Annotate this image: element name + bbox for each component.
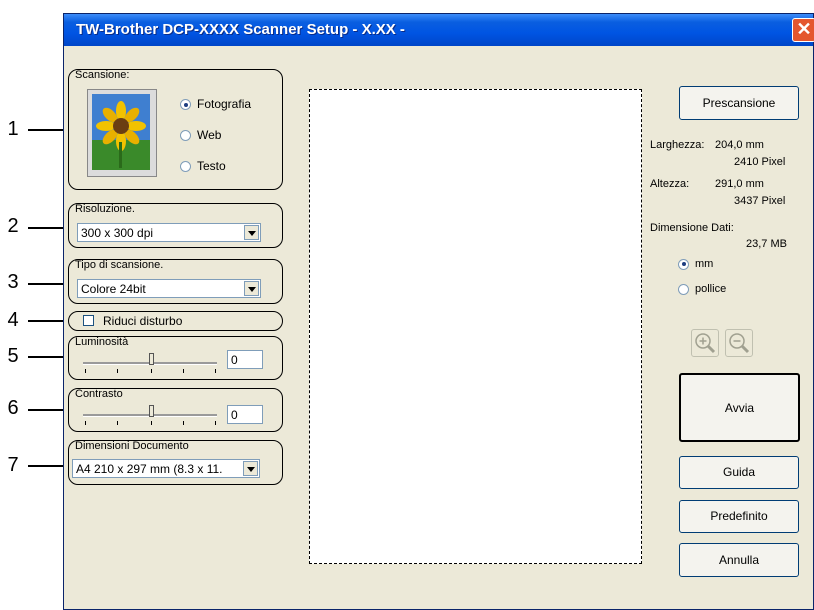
title-bar[interactable]: TW-Brother DCP-XXXX Scanner Setup - X.XX… xyxy=(64,14,814,46)
tick xyxy=(85,369,86,373)
brightness-slider-thumb[interactable] xyxy=(149,353,154,365)
brightness-label: Luminosità xyxy=(75,336,129,348)
inch-label: pollice xyxy=(695,283,727,295)
preview-area[interactable] xyxy=(309,89,642,564)
callout-6: 6 xyxy=(7,397,19,419)
contrast-slider-thumb[interactable] xyxy=(149,405,154,417)
callout-7: 7 xyxy=(7,454,19,476)
height-label: Altezza: xyxy=(650,178,690,190)
callout-line-2 xyxy=(28,227,66,229)
height-mm: 291,0 mm xyxy=(715,178,764,190)
callout-2: 2 xyxy=(7,215,19,237)
callout-line-4 xyxy=(28,320,66,322)
document-size-value: A4 210 x 297 mm (8.3 x 11. xyxy=(76,462,223,476)
sunflower-photo-icon xyxy=(87,89,157,177)
zoom-out-button[interactable] xyxy=(725,329,753,357)
resolution-label: Risoluzione. xyxy=(75,203,135,215)
window-title: TW-Brother DCP-XXXX Scanner Setup - X.XX… xyxy=(76,21,405,38)
noise-reduction-label[interactable]: Riduci disturbo xyxy=(103,314,182,328)
zoom-in-button[interactable] xyxy=(691,329,719,357)
document-size-group: Dimensioni Documento A4 210 x 297 mm (8.… xyxy=(68,440,283,485)
callout-line-6 xyxy=(28,409,66,411)
height-px: 3437 Pixel xyxy=(734,195,786,207)
noise-reduction-checkbox[interactable] xyxy=(83,315,94,326)
cancel-button[interactable]: Annulla xyxy=(679,543,799,577)
mm-label: mm xyxy=(695,258,714,270)
web-radio[interactable] xyxy=(180,130,191,142)
scan-option-web[interactable]: Web xyxy=(180,128,221,142)
chevron-down-icon[interactable] xyxy=(243,461,258,476)
callout-line-3 xyxy=(28,283,66,285)
tick xyxy=(117,369,118,373)
sunflower-image xyxy=(92,94,150,170)
callout-3: 3 xyxy=(7,271,19,293)
brightness-input[interactable]: 0 xyxy=(227,350,263,369)
text-label: Testo xyxy=(197,159,226,173)
callout-1: 1 xyxy=(7,118,19,140)
scan-type-select[interactable]: Colore 24bit xyxy=(77,279,261,298)
width-label: Larghezza: xyxy=(650,139,705,151)
contrast-group: Contrasto 0 xyxy=(68,388,283,432)
scan-option-photo[interactable]: Fotografia xyxy=(180,97,251,111)
chevron-down-icon[interactable] xyxy=(244,281,259,296)
scan-mode-group: Scansione: Fotografia Web Testo xyxy=(68,69,283,190)
brightness-group: Luminosità 0 xyxy=(68,336,283,380)
width-px: 2410 Pixel xyxy=(734,156,786,168)
photo-radio[interactable] xyxy=(180,99,191,111)
data-size-value: 23,7 MB xyxy=(746,238,787,250)
zoom-out-icon xyxy=(729,333,750,354)
zoom-in-icon xyxy=(695,333,716,354)
contrast-input[interactable]: 0 xyxy=(227,405,263,424)
callout-line-1 xyxy=(28,129,66,131)
tick xyxy=(117,421,118,425)
scanner-setup-window: TW-Brother DCP-XXXX Scanner Setup - X.XX… xyxy=(63,13,814,610)
contrast-label: Contrasto xyxy=(75,388,123,400)
callout-5: 5 xyxy=(7,345,19,367)
tick xyxy=(183,369,184,373)
default-button[interactable]: Predefinito xyxy=(679,500,799,533)
text-radio[interactable] xyxy=(180,161,191,173)
data-size-label: Dimensione Dati: xyxy=(650,222,734,234)
resolution-select[interactable]: 300 x 300 dpi xyxy=(77,223,261,242)
tick xyxy=(151,369,152,373)
tick xyxy=(183,421,184,425)
scan-mode-label: Scansione: xyxy=(75,69,130,81)
unit-mm[interactable]: mm xyxy=(678,258,713,270)
scan-type-label: Tipo di scansione. xyxy=(75,259,164,271)
tick xyxy=(215,369,216,373)
close-button[interactable]: ✕ xyxy=(792,18,814,42)
noise-reduction-group: Riduci disturbo xyxy=(68,311,283,331)
tick xyxy=(215,421,216,425)
resolution-group: Risoluzione. 300 x 300 dpi xyxy=(68,203,283,248)
document-size-label: Dimensioni Documento xyxy=(75,440,189,452)
close-icon: ✕ xyxy=(796,19,812,39)
help-button[interactable]: Guida xyxy=(679,456,799,489)
callout-line-5 xyxy=(28,356,66,358)
prescan-button[interactable]: Prescansione xyxy=(679,86,799,120)
tick xyxy=(151,421,152,425)
callout-line-7 xyxy=(28,465,66,467)
tick xyxy=(85,421,86,425)
web-label: Web xyxy=(197,128,222,142)
chevron-down-icon[interactable] xyxy=(244,225,259,240)
unit-inch[interactable]: pollice xyxy=(678,283,726,295)
inch-radio[interactable] xyxy=(678,283,689,295)
document-size-select[interactable]: A4 210 x 297 mm (8.3 x 11. xyxy=(72,459,260,478)
photo-label: Fotografia xyxy=(197,97,252,111)
scan-option-text[interactable]: Testo xyxy=(180,159,226,173)
scan-type-group: Tipo di scansione. Colore 24bit xyxy=(68,259,283,304)
start-button[interactable]: Avvia xyxy=(679,373,800,442)
scan-type-value: Colore 24bit xyxy=(81,282,146,296)
width-mm: 204,0 mm xyxy=(715,139,764,151)
resolution-value: 300 x 300 dpi xyxy=(81,226,154,240)
mm-radio[interactable] xyxy=(678,258,689,270)
callout-4: 4 xyxy=(7,309,19,331)
